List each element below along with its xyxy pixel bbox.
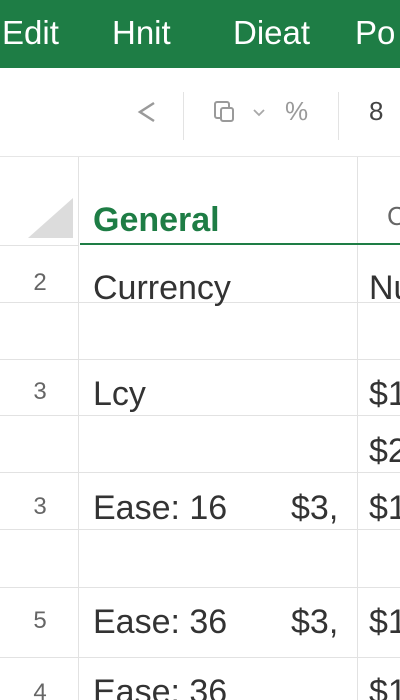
grid-line	[0, 587, 400, 588]
row-number[interactable]: 2	[0, 269, 80, 297]
grid-line	[0, 359, 400, 360]
toolbar: % 8	[0, 68, 400, 157]
cell-b[interactable]: Currency	[93, 269, 231, 308]
menu-hnit[interactable]: Hnit	[112, 0, 171, 68]
grid-line	[0, 472, 400, 473]
cell-c[interactable]: $1	[369, 603, 400, 642]
cell-b-value[interactable]: $3,	[291, 603, 338, 642]
share-icon[interactable]	[134, 98, 162, 126]
cell-c[interactable]: Nu	[369, 269, 400, 308]
menu-dieat[interactable]: Dieat	[233, 0, 310, 68]
row-number[interactable]: 4	[0, 679, 80, 700]
row-number[interactable]: 3	[0, 378, 80, 406]
row-number[interactable]: 5	[0, 607, 80, 635]
percent-format-button[interactable]: %	[285, 96, 308, 127]
column-header-b[interactable]: General	[93, 201, 220, 240]
cell-b[interactable]: Ease: 36	[93, 603, 227, 642]
grid-line	[0, 415, 400, 416]
row-number[interactable]: 3	[0, 493, 80, 521]
cell-b[interactable]: Lcy	[93, 375, 146, 414]
paste-icon[interactable]	[212, 99, 238, 125]
column-border	[357, 157, 358, 700]
grid-line	[0, 245, 78, 246]
toolbar-divider	[183, 92, 184, 140]
cell-b-value[interactable]: $3,	[291, 489, 338, 528]
grid-line	[0, 529, 400, 530]
menu-edit[interactable]: Edit	[2, 0, 59, 68]
cell-b[interactable]: Ease: 36	[93, 673, 227, 700]
chevron-down-icon[interactable]	[252, 106, 266, 118]
menu-po[interactable]: Po	[355, 0, 395, 68]
spreadsheet-grid: General C 2 Currency Nu 3 Lcy $1 $2 3 Ea…	[0, 157, 400, 700]
cell-c[interactable]: $1	[369, 489, 400, 528]
cell-b[interactable]: Ease: 16	[93, 489, 227, 528]
cell-c[interactable]: $2	[369, 432, 400, 471]
menu-bar: Edit Hnit Dieat Po	[0, 0, 400, 68]
font-size-value[interactable]: 8	[369, 96, 383, 127]
column-header-underline	[80, 243, 400, 245]
column-header-c[interactable]: C	[387, 201, 400, 232]
toolbar-divider	[338, 92, 339, 140]
cell-c[interactable]: $1	[369, 375, 400, 414]
select-all-corner[interactable]	[28, 198, 73, 238]
grid-line	[0, 657, 400, 658]
cell-c[interactable]: $1	[369, 673, 400, 700]
